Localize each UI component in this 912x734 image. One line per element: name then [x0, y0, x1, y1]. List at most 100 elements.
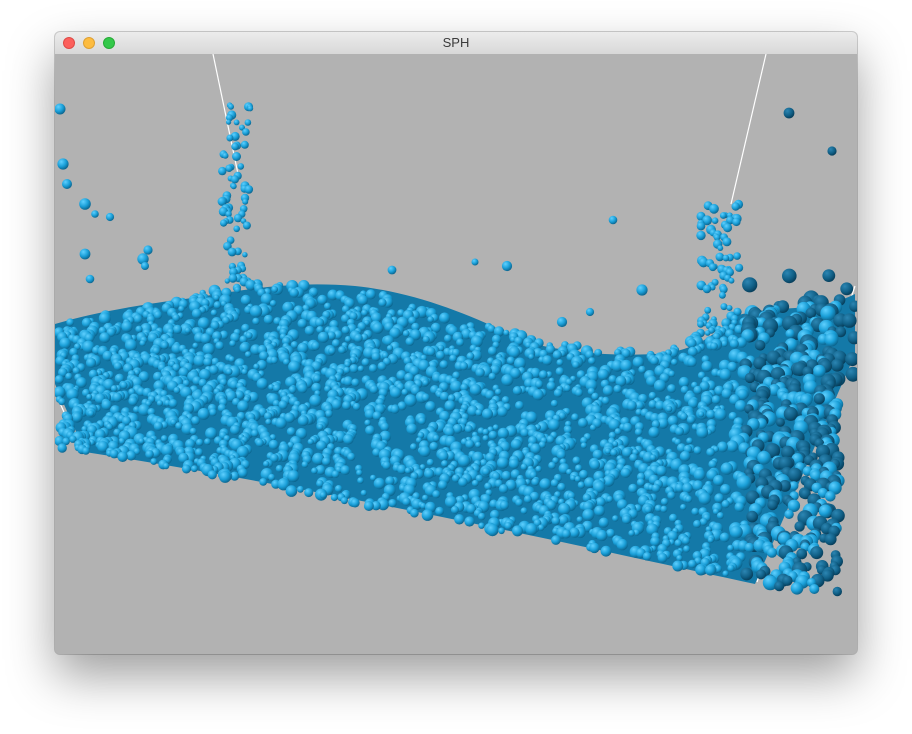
fluid-particle — [487, 346, 498, 356]
fluid-particle — [79, 248, 91, 260]
fluid-particle — [121, 321, 133, 333]
fluid-particle — [334, 485, 343, 493]
fluid-particle — [156, 400, 163, 407]
fluid-particle — [232, 152, 241, 161]
fluid-particle — [832, 586, 842, 597]
fluid-particle — [191, 465, 198, 473]
fluid-particle — [340, 497, 348, 505]
fluid-particle — [242, 128, 250, 136]
fluid-particle — [439, 312, 451, 324]
fluid-particle — [685, 495, 693, 503]
fluid-particle — [714, 408, 727, 421]
fluid-particle — [556, 359, 564, 366]
fluid-particle — [471, 479, 479, 487]
fluid-particle — [325, 409, 333, 418]
fluid-particle — [482, 435, 489, 442]
fluid-particle — [233, 225, 240, 233]
fluid-particle — [99, 332, 111, 343]
fluid-particle — [696, 426, 709, 439]
fluid-particle — [317, 423, 324, 431]
fluid-particle — [209, 408, 217, 417]
fluid-particle — [784, 509, 794, 519]
fluid-particle — [650, 536, 661, 547]
fluid-particle — [691, 507, 699, 516]
fluid-particle — [501, 470, 512, 481]
fluid-particle — [371, 352, 381, 362]
fluid-particle — [464, 516, 475, 527]
fluid-particle — [343, 434, 354, 445]
fluid-particle — [244, 185, 254, 194]
fluid-particle — [688, 559, 697, 569]
fluid-particle — [237, 163, 245, 170]
fluid-particle — [657, 552, 668, 563]
fluid-particle — [713, 475, 725, 486]
fluid-particle — [432, 490, 441, 499]
fluid-particle — [766, 547, 778, 558]
fluid-particle — [744, 542, 755, 553]
fluid-particle — [682, 536, 690, 545]
fluid-particle — [404, 467, 412, 474]
fluid-particle — [620, 467, 631, 478]
fluid-particle — [501, 260, 513, 272]
fluid-particle — [161, 341, 169, 350]
fluid-particle — [304, 325, 315, 336]
fluid-particle — [427, 316, 434, 323]
fluid-particle — [317, 331, 329, 343]
fluid-particle — [233, 119, 240, 126]
fluid-particle — [478, 522, 485, 529]
fluid-particle — [352, 402, 361, 411]
fluid-particle — [242, 198, 249, 205]
fluid-particle — [378, 298, 387, 307]
fluid-particle — [225, 368, 233, 376]
fluid-particle — [62, 179, 72, 189]
fluid-particle — [173, 386, 181, 394]
fluid-particle — [503, 329, 510, 336]
fluid-particle — [390, 387, 402, 399]
fluid-particle — [746, 510, 758, 523]
fluid-particle — [512, 386, 522, 396]
fluid-particle — [644, 505, 653, 514]
fluid-particle — [510, 438, 522, 450]
fluid-particle — [438, 480, 448, 490]
fluid-particle — [361, 309, 368, 317]
title-bar[interactable]: SPH — [55, 32, 857, 55]
window-title: SPH — [442, 35, 470, 50]
fluid-particle — [240, 294, 252, 306]
fluid-particle — [207, 470, 217, 480]
fluid-particle — [506, 356, 515, 365]
fluid-particle — [674, 539, 683, 547]
fluid-particle — [275, 464, 284, 473]
fluid-particle — [610, 448, 618, 457]
fluid-particle — [585, 307, 595, 317]
fluid-particle — [368, 364, 378, 373]
fluid-particle — [695, 564, 707, 576]
fluid-particle — [113, 362, 123, 371]
fluid-particle — [720, 484, 731, 495]
fluid-particle — [251, 429, 259, 438]
fluid-particle — [419, 445, 431, 457]
fluid-particle — [426, 346, 436, 357]
fluid-particle — [390, 404, 400, 414]
fluid-particle — [319, 491, 327, 499]
fluid-particle — [385, 476, 395, 486]
fluid-particle — [289, 288, 299, 298]
simulation-viewport[interactable] — [55, 54, 857, 654]
fluid-particle — [360, 489, 367, 497]
fluid-particle — [270, 356, 278, 364]
fluid-particle — [729, 525, 743, 539]
fluid-particle — [810, 546, 824, 560]
fluid-particle — [72, 412, 82, 423]
fluid-particle — [444, 400, 456, 412]
fluid-particle — [563, 384, 571, 392]
fluid-particle — [184, 327, 191, 334]
fluid-particle — [520, 428, 530, 438]
fluid-particle — [683, 545, 691, 553]
fluid-particle — [710, 342, 718, 351]
fluid-particle — [575, 464, 583, 472]
fluid-particle — [55, 103, 66, 115]
fluid-particle — [626, 400, 637, 411]
fluid-particle — [494, 388, 502, 396]
fluid-particle — [813, 364, 826, 378]
fluid-particle — [247, 105, 254, 112]
fluid-particle — [382, 461, 391, 470]
